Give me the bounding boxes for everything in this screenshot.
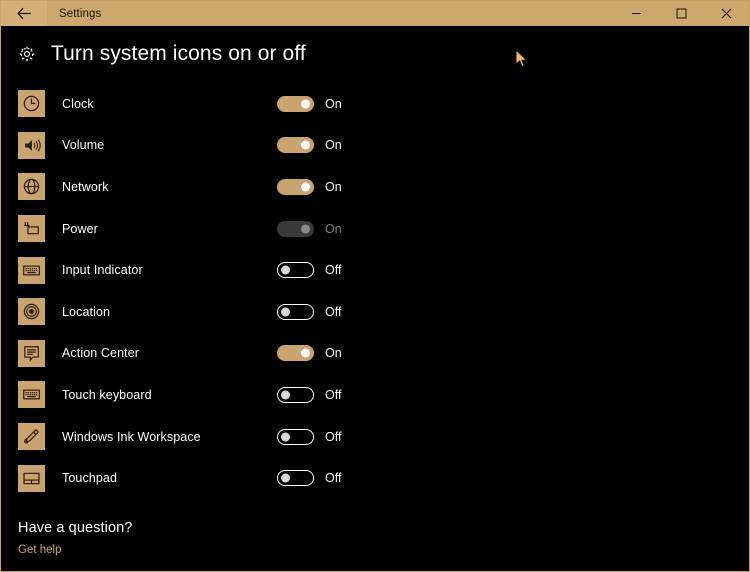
location-icon <box>18 298 45 326</box>
row-label: Input Indicator <box>62 263 143 278</box>
toggle-area: Off <box>277 470 342 487</box>
window-title: Settings <box>59 7 102 20</box>
toggle-area: On <box>277 137 342 154</box>
close-icon <box>721 8 732 19</box>
row-input-indicator: Input Indicator Off <box>1 249 749 291</box>
toggle-area: Off <box>277 386 342 403</box>
power-icon <box>18 215 45 243</box>
minimize-button[interactable] <box>614 1 659 26</box>
toggle-location[interactable] <box>277 303 314 320</box>
row-label: Volume <box>62 138 105 153</box>
toggle-area: On <box>277 95 342 112</box>
close-button[interactable] <box>704 1 749 26</box>
row-action-center: Action Center On <box>1 333 749 375</box>
toggle-area: Off <box>277 428 342 445</box>
toggle-state-label: Off <box>325 263 342 278</box>
toggle-touch-keyboard[interactable] <box>277 386 314 403</box>
action-center-icon <box>18 339 45 367</box>
toggle-touchpad[interactable] <box>277 470 314 487</box>
toggle-action-center[interactable] <box>277 345 314 362</box>
toggle-state-label: Off <box>325 429 342 444</box>
row-power: Power On <box>1 208 749 250</box>
window-controls <box>614 1 749 26</box>
row-label: Touchpad <box>62 471 118 486</box>
toggle-volume[interactable] <box>277 137 314 154</box>
toggle-state-label: On <box>325 179 342 194</box>
title-bar: Settings <box>1 1 749 26</box>
row-network: Network On <box>1 166 749 208</box>
toggle-clock[interactable] <box>277 95 314 112</box>
row-location: Location Off <box>1 291 749 333</box>
help-heading: Have a question? <box>18 519 133 536</box>
row-label: Clock <box>62 96 94 111</box>
pen-icon <box>18 423 45 451</box>
help-section: Have a question? Get help <box>1 520 749 558</box>
row-label: Touch keyboard <box>62 387 152 402</box>
page-title: Turn system icons on or off <box>51 42 306 65</box>
network-icon <box>18 173 45 201</box>
toggle-state-label: On <box>325 221 342 236</box>
row-touchpad: Touchpad Off <box>1 457 749 499</box>
toggle-area: Off <box>277 262 342 279</box>
toggle-windows-ink-workspace[interactable] <box>277 428 314 445</box>
row-label: Windows Ink Workspace <box>62 429 201 444</box>
system-icons-list: Clock On Volume On Network On Power On I… <box>1 83 749 499</box>
toggle-area: On <box>277 345 342 362</box>
toggle-state-label: On <box>325 138 342 153</box>
row-label: Network <box>62 179 109 194</box>
row-label: Location <box>62 304 111 319</box>
page-header: Turn system icons on or off <box>1 26 749 66</box>
settings-window: Settings Turn system icons on or off Clo… <box>0 0 750 572</box>
toggle-state-label: On <box>325 346 342 361</box>
row-label: Action Center <box>62 346 140 361</box>
row-label: Power <box>62 221 98 236</box>
row-windows-ink-workspace: Windows Ink Workspace Off <box>1 416 749 458</box>
clock-icon <box>18 90 45 118</box>
row-clock: Clock On <box>1 83 749 125</box>
back-arrow-icon <box>16 7 32 20</box>
settings-content: Turn system icons on or off Clock On Vol… <box>1 26 749 571</box>
volume-icon <box>18 131 45 159</box>
row-volume: Volume On <box>1 125 749 167</box>
toggle-input-indicator[interactable] <box>277 262 314 279</box>
touch-keyboard-icon <box>18 381 45 409</box>
toggle-network[interactable] <box>277 178 314 195</box>
get-help-link[interactable]: Get help <box>18 544 61 556</box>
toggle-power <box>277 220 314 237</box>
keyboard-icon <box>18 256 45 284</box>
toggle-area: On <box>277 178 342 195</box>
maximize-icon <box>676 8 687 19</box>
touchpad-icon <box>18 464 45 492</box>
toggle-state-label: Off <box>325 387 342 402</box>
back-button[interactable] <box>1 1 47 26</box>
minimize-icon <box>631 8 642 19</box>
toggle-area: On <box>277 220 342 237</box>
gear-icon <box>17 44 37 64</box>
toggle-state-label: Off <box>325 304 342 319</box>
row-touch-keyboard: Touch keyboard Off <box>1 374 749 416</box>
toggle-area: Off <box>277 303 342 320</box>
toggle-state-label: Off <box>325 471 342 486</box>
maximize-button[interactable] <box>659 1 704 26</box>
toggle-state-label: On <box>325 96 342 111</box>
